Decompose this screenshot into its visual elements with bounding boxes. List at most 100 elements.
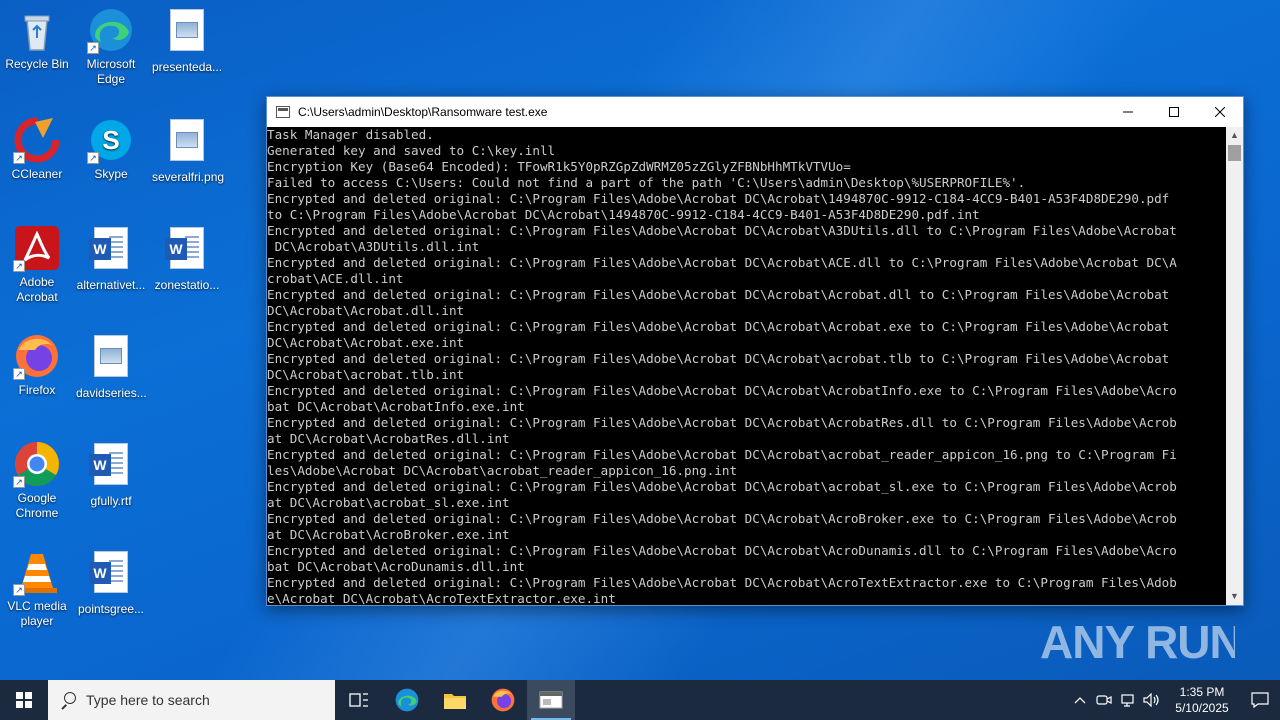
taskbar-file-explorer[interactable] [431, 680, 479, 720]
search-icon [60, 692, 76, 708]
console-line: DC\Acrobat\Acrobat.dll.int [267, 303, 465, 318]
console-line: Encrypted and deleted original: C:\Progr… [267, 319, 1170, 334]
desktop-icon-label: Microsoft Edge [86, 57, 136, 86]
console-line: Encrypted and deleted original: C:\Progr… [267, 415, 1177, 430]
console-line: Encrypted and deleted original: C:\Progr… [267, 575, 1177, 590]
desktop-icon-label: CCleaner [11, 167, 63, 181]
console-window[interactable]: C:\Users\admin\Desktop\Ransomware test.e… [266, 96, 1244, 606]
taskbar-edge[interactable] [383, 680, 431, 720]
console-line: e\Acrobat DC\Acrobat\AcroTextExtractor.e… [267, 591, 616, 605]
desktop-icon-label: pointsgree... [77, 602, 145, 616]
notification-center-button[interactable] [1240, 680, 1280, 720]
taskbar-firefox[interactable] [479, 680, 527, 720]
taskbar-console[interactable] [527, 680, 575, 720]
console-line: Encrypted and deleted original: C:\Progr… [267, 383, 1177, 398]
desktop-icon-recycle-bin[interactable]: Recycle Bin [2, 6, 72, 72]
console-line: bat DC\Acrobat\AcrobatInfo.exe.int [267, 399, 525, 414]
console-line: DC\Acrobat\acrobat.tlb.int [267, 367, 465, 382]
meet-now-icon[interactable] [1092, 680, 1116, 720]
console-line: bat DC\Acrobat\AcroDunamis.dll.int [267, 559, 525, 574]
taskbar: Type here to search 1:35 PM 5/10/2025 [0, 680, 1280, 720]
desktop-icon-severalfri[interactable]: severalfri.png [152, 116, 225, 185]
image-file-icon [163, 9, 211, 57]
console-line: Generated key and saved to C:\key.inll [267, 143, 556, 158]
microsoft-edge-icon: ↗ [87, 6, 135, 54]
console-output[interactable]: Task Manager disabled. Generated key and … [267, 127, 1226, 605]
console-line: DC\Acrobat\Acrobat.exe.int [267, 335, 465, 350]
word-document-icon: W [87, 227, 135, 275]
desktop-icon-firefox[interactable]: ↗ Firefox [2, 332, 72, 398]
console-line: Encrypted and deleted original: C:\Progr… [267, 543, 1177, 558]
desktop-icon-label: VLC media player [7, 599, 67, 628]
maximize-button[interactable] [1151, 97, 1197, 127]
word-document-icon: W [87, 443, 135, 491]
console-line: Encryption Key (Base64 Encoded): TFowR1k… [267, 159, 851, 174]
scroll-up-arrow-icon[interactable]: ▲ [1226, 127, 1243, 144]
console-scrollbar[interactable]: ▲ ▼ [1226, 127, 1243, 605]
desktop-icon-davidseries[interactable]: davidseries... [76, 332, 147, 401]
console-line: crobat\ACE.dll.int [267, 271, 404, 286]
desktop-icon-ccleaner[interactable]: ↗ CCleaner [2, 116, 72, 182]
network-icon[interactable] [1116, 680, 1140, 720]
desktop-icon-zonestatio[interactable]: W zonestatio... [152, 224, 222, 293]
desktop-icon-label: Recycle Bin [5, 57, 69, 71]
desktop-icon-alternativet[interactable]: W alternativet... [76, 224, 146, 293]
desktop-icon-label: Skype [94, 167, 128, 181]
windows-logo-icon [16, 692, 32, 708]
console-line: Encrypted and deleted original: C:\Progr… [267, 223, 1177, 238]
shortcut-arrow-icon: ↗ [13, 584, 25, 596]
skype-icon: S ↗ [87, 116, 135, 164]
console-line: at DC\Acrobat\acrobat_sl.exe.int [267, 495, 510, 510]
console-line: DC\Acrobat\A3DUtils.dll.int [267, 239, 480, 254]
google-chrome-icon: ↗ [13, 440, 61, 488]
console-title: C:\Users\admin\Desktop\Ransomware test.e… [298, 105, 548, 119]
microsoft-edge-icon [395, 688, 419, 712]
console-line: Encrypted and deleted original: C:\Progr… [267, 447, 1177, 462]
firefox-icon [491, 688, 515, 712]
console-line: Encrypted and deleted original: C:\Progr… [267, 479, 1177, 494]
adobe-acrobat-icon: ↗ [13, 224, 61, 272]
folder-icon [444, 694, 466, 709]
scroll-down-arrow-icon[interactable]: ▼ [1226, 588, 1243, 605]
console-line: les\Adobe\Acrobat DC\Acrobat\acrobat_rea… [267, 463, 738, 478]
console-titlebar[interactable]: C:\Users\admin\Desktop\Ransomware test.e… [267, 97, 1243, 127]
start-button[interactable] [0, 680, 48, 720]
console-line: at DC\Acrobat\AcroBroker.exe.int [267, 527, 510, 542]
close-button[interactable] [1197, 97, 1243, 127]
image-file-icon [87, 335, 135, 383]
system-tray: 1:35 PM 5/10/2025 [1068, 680, 1280, 720]
desktop-icon-presenteda[interactable]: presenteda... [152, 6, 222, 75]
desktop-icon-microsoft-edge[interactable]: ↗ Microsoft Edge [76, 6, 146, 87]
ccleaner-icon: ↗ [13, 116, 61, 164]
desktop-icon-label: presenteda... [152, 60, 223, 74]
show-hidden-icons-chevron-up-icon[interactable] [1068, 680, 1092, 720]
volume-icon[interactable] [1140, 680, 1164, 720]
maximize-icon [1169, 107, 1179, 117]
minimize-button[interactable] [1105, 97, 1151, 127]
desktop-icon-pointsgree[interactable]: W pointsgree... [76, 548, 146, 617]
console-line: Failed to access C:\Users: Could not fin… [267, 175, 1026, 190]
task-view-icon [349, 693, 368, 707]
minimize-icon [1123, 111, 1133, 113]
shortcut-arrow-icon: ↗ [87, 152, 99, 164]
clock-date: 5/10/2025 [1175, 701, 1229, 715]
desktop-icon-skype[interactable]: S ↗ Skype [76, 116, 146, 182]
desktop-icon-label: Firefox [18, 383, 56, 397]
console-line: Encrypted and deleted original: C:\Progr… [267, 511, 1177, 526]
vlc-cone-icon: ↗ [13, 548, 61, 596]
task-view-button[interactable] [335, 680, 383, 720]
desktop-icon-label: davidseries... [76, 386, 147, 400]
shortcut-arrow-icon: ↗ [13, 368, 25, 380]
desktop-icon-vlc[interactable]: ↗ VLC media player [2, 548, 72, 629]
console-app-icon [276, 106, 290, 118]
desktop-icon-label: severalfri.png [152, 170, 225, 184]
clock-time: 1:35 PM [1179, 685, 1225, 699]
desktop-icon-google-chrome[interactable]: ↗ Google Chrome [2, 440, 72, 521]
desktop-icon-adobe-acrobat[interactable]: ↗ Adobe Acrobat [2, 224, 72, 305]
taskbar-search-box[interactable]: Type here to search [48, 680, 335, 720]
desktop-icon-gfully[interactable]: W gfully.rtf [76, 440, 146, 509]
word-document-icon: W [87, 551, 135, 599]
image-file-icon [163, 119, 211, 167]
scrollbar-thumb[interactable] [1228, 145, 1241, 161]
taskbar-clock[interactable]: 1:35 PM 5/10/2025 [1164, 684, 1240, 716]
